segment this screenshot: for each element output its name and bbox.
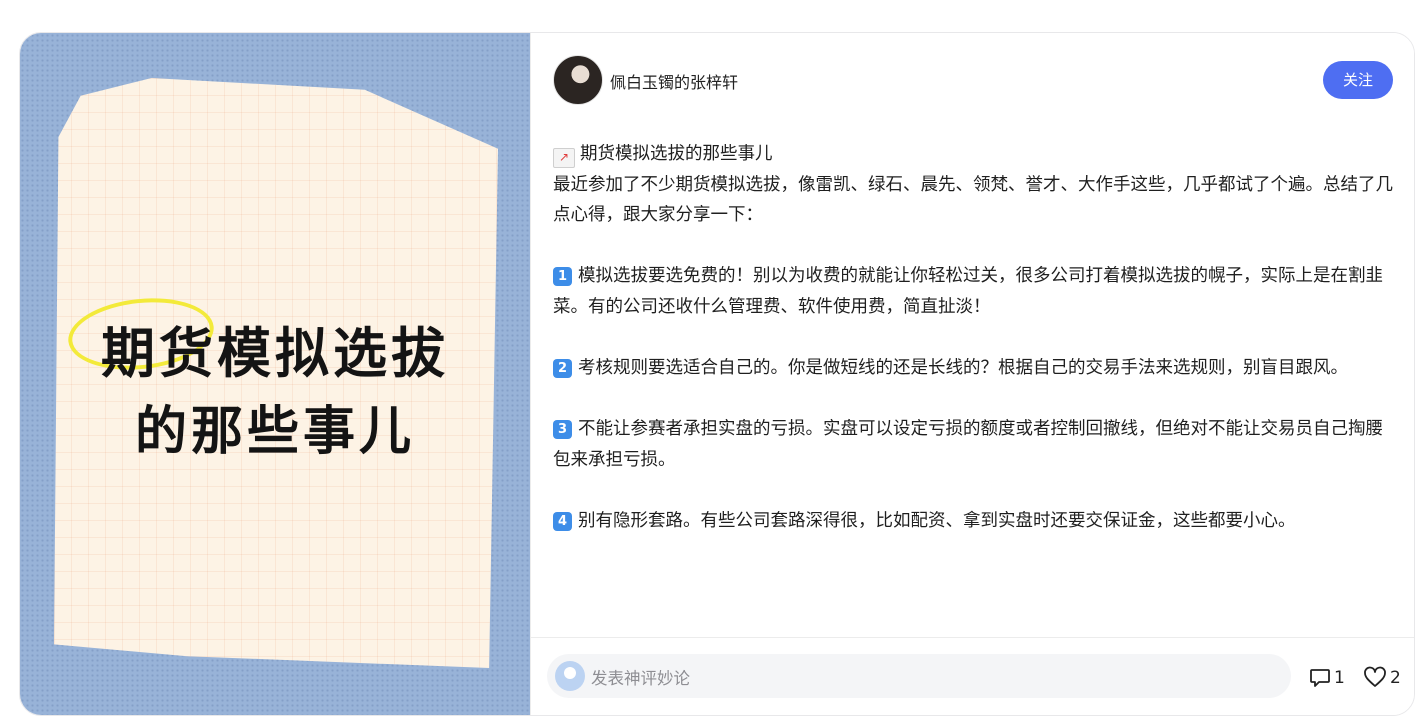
- point-text: 模拟选拔要选免费的！别以为收费的就能让你轻松过关，很多公司打着模拟选拔的幌子，实…: [553, 266, 1383, 317]
- point-item: 4 别有隐形套路。有些公司套路深得很，比如配资、拿到实盘时还要交保证金，这些都要小…: [553, 506, 1393, 537]
- point-text: 别有隐形套路。有些公司套路深得很，比如配资、拿到实盘时还要交保证金，这些都要小心…: [578, 511, 1296, 532]
- comment-count: 1: [1334, 668, 1345, 688]
- comment-button[interactable]: 1: [1309, 666, 1345, 690]
- comment-placeholder: 发表神评妙论: [591, 669, 690, 688]
- comment-input[interactable]: 发表神评妙论: [547, 654, 1291, 698]
- content-panel: 佩白玉镯的张梓轩 关注 ↗ 期货模拟选拔的那些事儿 最近参加了不少期货模拟选拔，像…: [530, 33, 1414, 715]
- number-2-icon: 2: [553, 359, 572, 379]
- comment-icon: [1310, 669, 1330, 687]
- like-button[interactable]: 2: [1363, 666, 1401, 690]
- point-item: 1 模拟选拔要选免费的！别以为收费的就能让你轻松过关，很多公司打着模拟选拔的幌子，…: [553, 261, 1393, 322]
- user-avatar-icon: [555, 661, 585, 691]
- post-heading: 期货模拟选拔的那些事儿: [580, 144, 773, 164]
- number-3-icon: 3: [553, 420, 572, 440]
- post-intro: 最近参加了不少期货模拟选拔，像雷凯、绿石、晨先、领梵、誉才、大作手这些，几乎都试…: [553, 174, 1393, 226]
- like-count: 2: [1390, 668, 1401, 688]
- point-item: 2 考核规则要选适合自己的。你是做短线的还是长线的？根据自己的交易手法来选规则，别…: [553, 353, 1393, 384]
- author-avatar[interactable]: [553, 55, 603, 105]
- cover-image[interactable]: 期货模拟选拔 的那些事儿: [20, 33, 530, 715]
- post-header: 佩白玉镯的张梓轩 关注: [553, 55, 1393, 107]
- cover-title-line2: 的那些事儿: [134, 402, 415, 462]
- point-text: 考核规则要选适合自己的。你是做短线的还是长线的？根据自己的交易手法来选规则，别盲…: [578, 358, 1348, 379]
- follow-button[interactable]: 关注: [1323, 61, 1393, 99]
- chart-increasing-icon: ↗: [553, 148, 575, 168]
- cover-title-line1: 期货模拟选拔: [101, 322, 449, 385]
- heart-icon: [1364, 666, 1386, 687]
- post-body: ↗ 期货模拟选拔的那些事儿 最近参加了不少期货模拟选拔，像雷凯、绿石、晨先、领梵、…: [553, 139, 1393, 537]
- point-text: 不能让参赛者承担实盘的亏损。实盘可以设定亏损的额度或者控制回撤线，但绝对不能让交…: [553, 419, 1383, 470]
- author-name[interactable]: 佩白玉镯的张梓轩: [610, 69, 738, 93]
- number-1-icon: 1: [553, 267, 572, 287]
- post-footer: 发表神评妙论 1 2: [531, 637, 1414, 715]
- number-4-icon: 4: [553, 512, 572, 532]
- point-item: 3 不能让参赛者承担实盘的亏损。实盘可以设定亏损的额度或者控制回撤线，但绝对不能让…: [553, 414, 1393, 475]
- post-card: 期货模拟选拔 的那些事儿 佩白玉镯的张梓轩 关注 ↗ 期货模拟选拔的那些事儿 最近…: [19, 32, 1415, 716]
- post-heading-line: ↗ 期货模拟选拔的那些事儿: [553, 139, 1393, 170]
